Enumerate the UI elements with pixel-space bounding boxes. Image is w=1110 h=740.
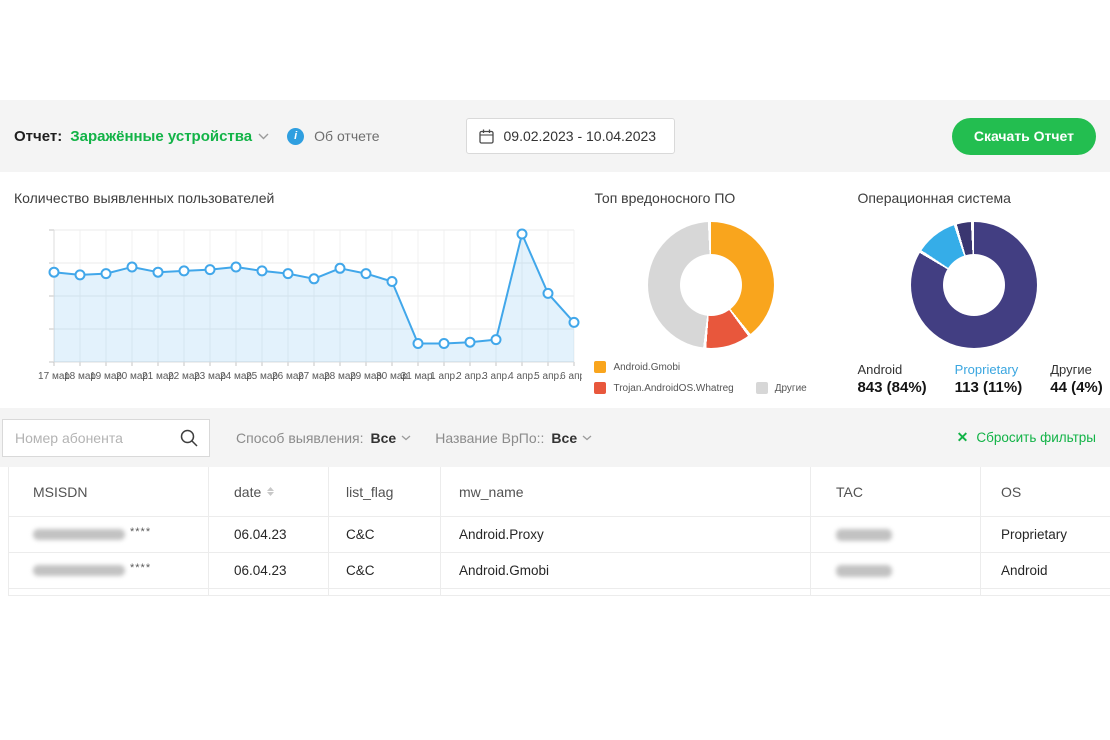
table-row: **** 06.04.23 C&C Android.Gmobi Android bbox=[9, 553, 1110, 589]
search-input[interactable] bbox=[15, 430, 179, 446]
legend-item: Trojan.AndroidOS.Whatreg bbox=[594, 382, 733, 394]
tac-redacted bbox=[836, 565, 892, 577]
os-cell: Proprietary bbox=[981, 517, 1110, 552]
malware-legend: Android.Gmobi Trojan.AndroidOS.Whatreg Д… bbox=[594, 361, 854, 394]
chevron-down-icon bbox=[582, 435, 592, 441]
legend-value: 44 (4%) bbox=[1050, 379, 1103, 396]
column-header-os: OS bbox=[981, 467, 1110, 516]
tac-redacted bbox=[836, 529, 892, 541]
tac-cell bbox=[811, 553, 981, 588]
msisdn-cell: **** bbox=[9, 553, 209, 588]
legend-swatch bbox=[594, 382, 606, 394]
svg-text:5 апр.: 5 апр. bbox=[534, 371, 562, 382]
detection-filter-label: Способ выявления: bbox=[236, 430, 364, 446]
date-range-value: 09.02.2023 - 10.04.2023 bbox=[504, 128, 657, 144]
download-report-button[interactable]: Скачать Отчет bbox=[952, 118, 1096, 155]
legend-item: Другие bbox=[756, 382, 807, 394]
subscriber-search-box[interactable] bbox=[2, 419, 210, 457]
legend-label: Trojan.AndroidOS.Whatreg bbox=[613, 383, 733, 394]
users-chart-title: Количество выявленных пользователей bbox=[14, 190, 586, 206]
svg-text:1 апр.: 1 апр. bbox=[430, 371, 458, 382]
mw-name-cell: Android.Gmobi bbox=[441, 553, 811, 588]
chevron-down-icon bbox=[258, 133, 269, 140]
users-line-chart: 17 мар18 мар19 мар20 мар21 мар22 мар23 м… bbox=[14, 222, 586, 399]
donut-hole bbox=[943, 254, 1005, 316]
date-range-input[interactable]: 09.02.2023 - 10.04.2023 bbox=[466, 118, 675, 154]
malware-filter-value: Все bbox=[551, 430, 577, 446]
svg-text:3 апр.: 3 апр. bbox=[482, 371, 510, 382]
legend-swatch bbox=[756, 382, 768, 394]
list-flag-cell: C&C bbox=[329, 553, 441, 588]
table-header-row: MSISDN date list_flag mw_name TAC OS bbox=[9, 467, 1110, 517]
about-report-link[interactable]: Об отчете bbox=[314, 128, 379, 144]
search-icon[interactable] bbox=[179, 428, 199, 448]
report-name-dropdown[interactable]: Заражённые устройства bbox=[70, 128, 269, 145]
results-table: MSISDN date list_flag mw_name TAC OS ***… bbox=[8, 467, 1110, 596]
msisdn-redacted bbox=[33, 529, 125, 540]
donut-hole bbox=[680, 254, 742, 316]
column-header-msisdn: MSISDN bbox=[9, 467, 209, 516]
os-legend: Android 843 (84%) Proprietary 113 (11%) … bbox=[857, 362, 1110, 396]
detection-filter-value: Все bbox=[371, 430, 397, 446]
column-header-tac: TAC bbox=[811, 467, 981, 516]
legend-item: Proprietary 113 (11%) bbox=[955, 362, 1023, 396]
malware-filter-label: Название ВрПо:: bbox=[435, 430, 544, 446]
legend-swatch bbox=[594, 361, 606, 373]
column-header-mw-name: mw_name bbox=[441, 467, 811, 516]
legend-value: 113 (11%) bbox=[955, 379, 1023, 396]
legend-item: Android.Gmobi bbox=[594, 361, 680, 373]
column-header-date[interactable]: date bbox=[209, 467, 329, 516]
malware-donut-chart bbox=[648, 222, 774, 348]
top-whitespace bbox=[0, 0, 1110, 100]
svg-text:2 апр.: 2 апр. bbox=[456, 371, 484, 382]
close-icon: ✕ bbox=[957, 429, 969, 446]
malware-chart-title: Топ вредоносного ПО bbox=[594, 190, 849, 206]
legend-label: Другие bbox=[1050, 362, 1103, 377]
column-header-list-flag: list_flag bbox=[329, 467, 441, 516]
reset-filters-button[interactable]: ✕ Сбросить фильтры bbox=[957, 429, 1096, 446]
reset-filters-label: Сбросить фильтры bbox=[976, 430, 1096, 445]
mw-name-cell: Android.Proxy bbox=[441, 517, 811, 552]
table-row: **** 06.04.23 C&C Android.Proxy Propriet… bbox=[9, 517, 1110, 553]
chevron-down-icon bbox=[401, 435, 411, 441]
report-header-bar: Отчет: Заражённые устройства i Об отчете… bbox=[0, 100, 1110, 172]
legend-label: Proprietary bbox=[955, 362, 1023, 377]
os-cell: Android bbox=[981, 553, 1110, 588]
malware-filter-dropdown[interactable]: Все bbox=[551, 430, 592, 446]
legend-value: 843 (84%) bbox=[857, 379, 926, 396]
date-cell: 06.04.23 bbox=[209, 553, 329, 588]
calendar-icon bbox=[479, 129, 494, 144]
legend-label: Другие bbox=[775, 383, 807, 394]
sort-icon[interactable] bbox=[267, 487, 274, 496]
info-icon[interactable]: i bbox=[287, 128, 304, 145]
report-name-text: Заражённые устройства bbox=[70, 128, 252, 145]
svg-text:4 апр.: 4 апр. bbox=[508, 371, 536, 382]
msisdn-cell: **** bbox=[9, 517, 209, 552]
legend-item: Android 843 (84%) bbox=[857, 362, 926, 396]
msisdn-redacted bbox=[33, 565, 125, 576]
legend-label: Android.Gmobi bbox=[613, 362, 680, 373]
filters-bar: Способ выявления: Все Название ВрПо:: Вс… bbox=[0, 408, 1110, 467]
list-flag-cell: C&C bbox=[329, 517, 441, 552]
date-cell: 06.04.23 bbox=[209, 517, 329, 552]
charts-panel: Количество выявленных пользователей 17 м… bbox=[0, 172, 1110, 408]
detection-filter-dropdown[interactable]: Все bbox=[371, 430, 412, 446]
legend-item: Другие 44 (4%) bbox=[1050, 362, 1103, 396]
svg-text:6 апр.: 6 апр. bbox=[560, 371, 582, 382]
table-row-clipped bbox=[9, 589, 1110, 596]
tac-cell bbox=[811, 517, 981, 552]
report-label: Отчет: bbox=[14, 128, 62, 145]
os-chart-title: Операционная система bbox=[857, 190, 1110, 206]
legend-label: Android bbox=[857, 362, 926, 377]
os-donut-chart bbox=[911, 222, 1037, 348]
